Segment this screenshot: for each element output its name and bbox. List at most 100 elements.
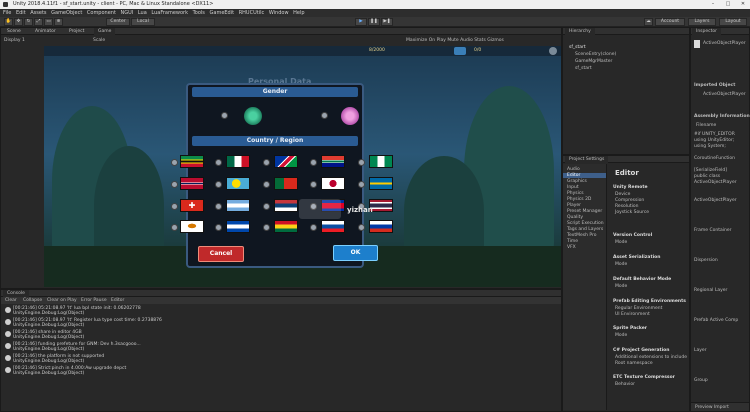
- tab-console[interactable]: Console: [3, 290, 29, 297]
- settings-category[interactable]: Physics 2D: [567, 197, 591, 202]
- region-radio[interactable]: [263, 181, 270, 188]
- settings-row[interactable]: UI Environment: [615, 312, 650, 317]
- tab-hierarchy[interactable]: Hierarchy: [565, 28, 595, 35]
- display-dropdown[interactable]: Display 1: [4, 38, 25, 43]
- region-radio[interactable]: [310, 224, 317, 231]
- settings-category[interactable]: Tags and Layers: [567, 227, 603, 232]
- pivot-local-button[interactable]: Local: [131, 18, 155, 26]
- menu-window[interactable]: Window: [269, 9, 289, 17]
- region-radio[interactable]: [263, 224, 270, 231]
- menu-file[interactable]: File: [3, 9, 11, 17]
- menu-component[interactable]: Component: [87, 9, 116, 17]
- flag-nigeria[interactable]: [369, 155, 393, 168]
- settings-row[interactable]: Joystick Source: [615, 210, 649, 215]
- log-entry[interactable]: [00:21:46] funding prefeture for GNM: De…: [5, 342, 543, 353]
- close-icon[interactable]: ✕: [736, 0, 750, 9]
- menu-edit[interactable]: Edit: [16, 9, 26, 17]
- rect-tool-button[interactable]: ▭: [44, 18, 53, 26]
- flag-argentina[interactable]: [226, 199, 250, 212]
- settings-row[interactable]: Mode: [615, 284, 627, 289]
- settings-category[interactable]: TextMesh Pro: [567, 233, 597, 238]
- console-editor-dropdown[interactable]: Editor: [111, 298, 124, 303]
- male-icon[interactable]: [244, 107, 262, 125]
- tab-project-settings[interactable]: Project Settings: [565, 156, 609, 163]
- region-radio[interactable]: [310, 159, 317, 166]
- settings-row[interactable]: Device: [615, 192, 630, 197]
- region-radio[interactable]: [171, 159, 178, 166]
- settings-category[interactable]: Time: [567, 239, 578, 244]
- flag-mexico[interactable]: [226, 155, 250, 168]
- settings-category[interactable]: VFX: [567, 245, 576, 250]
- scale-slider-label[interactable]: Scale: [93, 38, 105, 43]
- settings-category[interactable]: Audio: [567, 167, 580, 172]
- cancel-button[interactable]: Cancel: [198, 246, 244, 262]
- game-view-options[interactable]: Maximize On Play Mute Audio Stats Gizmos: [406, 38, 504, 43]
- flag-norway[interactable]: [180, 177, 204, 190]
- ok-button[interactable]: OK: [333, 245, 378, 261]
- rotate-tool-button[interactable]: ↻: [24, 18, 33, 26]
- tab-project[interactable]: Project: [65, 28, 88, 35]
- gender-female-radio[interactable]: [321, 112, 328, 119]
- flag-sweden[interactable]: [369, 177, 393, 190]
- log-entry[interactable]: [00:21:46] Strict:pinch in 4.000:Aw upgr…: [5, 366, 543, 377]
- region-radio[interactable]: [171, 181, 178, 188]
- female-icon[interactable]: [341, 107, 359, 125]
- maximize-icon[interactable]: □: [721, 0, 735, 9]
- flag-switzerland[interactable]: ✚: [180, 199, 204, 212]
- settings-row[interactable]: Root namespace: [615, 361, 653, 366]
- region-radio[interactable]: [310, 181, 317, 188]
- log-entry[interactable]: [00:21:46] 05:21:08.97 'It' lua bpl stat…: [5, 306, 543, 317]
- settings-category[interactable]: Physics: [567, 191, 584, 196]
- menu-tools[interactable]: Tools: [193, 9, 205, 17]
- region-radio[interactable]: [171, 203, 178, 210]
- flag-cyprus[interactable]: [180, 220, 204, 233]
- settings-category[interactable]: Quality: [567, 215, 583, 220]
- region-radio[interactable]: [358, 159, 365, 166]
- settings-category[interactable]: Graphics: [567, 179, 587, 184]
- console-clear-on-play-toggle[interactable]: Clear on Play: [47, 298, 77, 303]
- tab-game[interactable]: Game: [94, 28, 116, 35]
- hand-tool-button[interactable]: ✋: [4, 18, 13, 26]
- region-radio[interactable]: [263, 159, 270, 166]
- region-radio[interactable]: [215, 159, 222, 166]
- step-button[interactable]: ▶❚: [381, 18, 393, 26]
- settings-category-selected[interactable]: Editor: [563, 173, 606, 178]
- settings-row[interactable]: Regular Environment: [615, 306, 662, 311]
- tab-animator[interactable]: Animator: [31, 28, 60, 35]
- flag-russia[interactable]: [369, 220, 393, 233]
- region-radio[interactable]: [215, 203, 222, 210]
- gender-male-radio[interactable]: [221, 112, 228, 119]
- flag-south-africa[interactable]: [321, 155, 345, 168]
- settings-row[interactable]: Compression: [615, 198, 644, 203]
- settings-row[interactable]: Mode: [615, 333, 627, 338]
- menu-help[interactable]: Help: [293, 9, 304, 17]
- flag-ghana[interactable]: [274, 220, 298, 233]
- transform-tool-button[interactable]: ⊕: [54, 18, 63, 26]
- region-radio[interactable]: [171, 224, 178, 231]
- region-radio[interactable]: [358, 181, 365, 188]
- console-clear-button[interactable]: Clear: [5, 298, 17, 303]
- flag-portugal[interactable]: [274, 177, 298, 190]
- flag-el-salvador[interactable]: [226, 220, 250, 233]
- menu-luaframework[interactable]: LuaFramework: [151, 9, 188, 17]
- layout-dropdown[interactable]: Layout: [719, 18, 747, 26]
- region-radio[interactable]: [215, 224, 222, 231]
- settings-row[interactable]: Mode: [615, 262, 627, 267]
- minimize-icon[interactable]: –: [706, 0, 720, 9]
- flag-japan[interactable]: [321, 177, 345, 190]
- menu-gameobject[interactable]: GameObject: [51, 9, 82, 17]
- flag-serbia[interactable]: [274, 199, 298, 212]
- settings-row[interactable]: Behavior: [615, 382, 635, 387]
- collab-cloud-icon[interactable]: ☁: [644, 18, 653, 26]
- settings-category[interactable]: Player: [567, 203, 581, 208]
- console-error-pause-toggle[interactable]: Error Pause: [81, 298, 107, 303]
- flag-namibia[interactable]: [274, 155, 298, 168]
- hierarchy-item[interactable]: sf_start: [575, 66, 592, 71]
- menu-rhucutilc[interactable]: RHUCUtilc: [239, 9, 265, 17]
- account-dropdown[interactable]: Account: [655, 18, 685, 26]
- flag-slovakia[interactable]: [321, 220, 345, 233]
- tab-scene[interactable]: Scene: [3, 28, 25, 35]
- hierarchy-item[interactable]: sf_start: [569, 45, 586, 50]
- settings-row[interactable]: Additional extensions to include: [615, 355, 687, 360]
- settings-category[interactable]: Input: [567, 185, 579, 190]
